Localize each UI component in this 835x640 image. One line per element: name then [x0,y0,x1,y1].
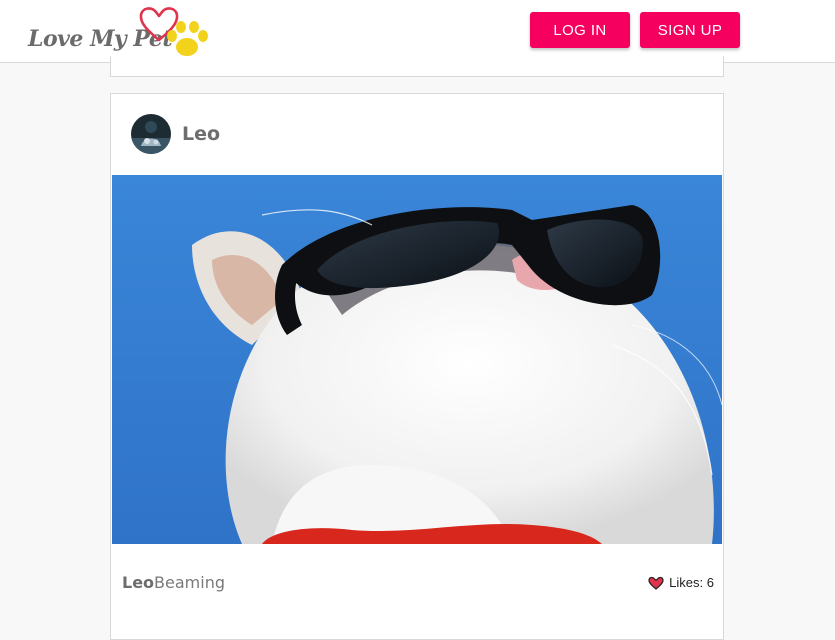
heart-icon[interactable] [648,576,664,590]
post-photo[interactable] [112,175,722,544]
post-author[interactable]: Leo [182,123,220,145]
post-card: Leo LeoBeaming Likes: 6 [110,93,724,640]
avatar[interactable] [131,114,171,154]
avatar-image [131,114,171,154]
cat-sunglasses-image [112,175,722,544]
likes-label: Likes: [669,575,704,590]
likes: Likes: 6 [648,575,714,590]
paw-icon [167,21,208,56]
caption-text: Beaming [154,573,225,592]
previous-post-card [110,56,724,77]
likes-count: 6 [706,575,714,590]
post-caption: LeoBeaming [122,573,225,592]
top-header: Love My Pet LOG IN SIGN UP [0,0,835,63]
signup-button[interactable]: SIGN UP [640,12,740,48]
logo[interactable]: Love My Pet [24,4,214,60]
caption-username[interactable]: Leo [122,573,154,592]
post-footer: LeoBeaming Likes: 6 [111,564,723,604]
post-header: Leo [111,94,723,175]
login-button[interactable]: LOG IN [530,12,630,48]
